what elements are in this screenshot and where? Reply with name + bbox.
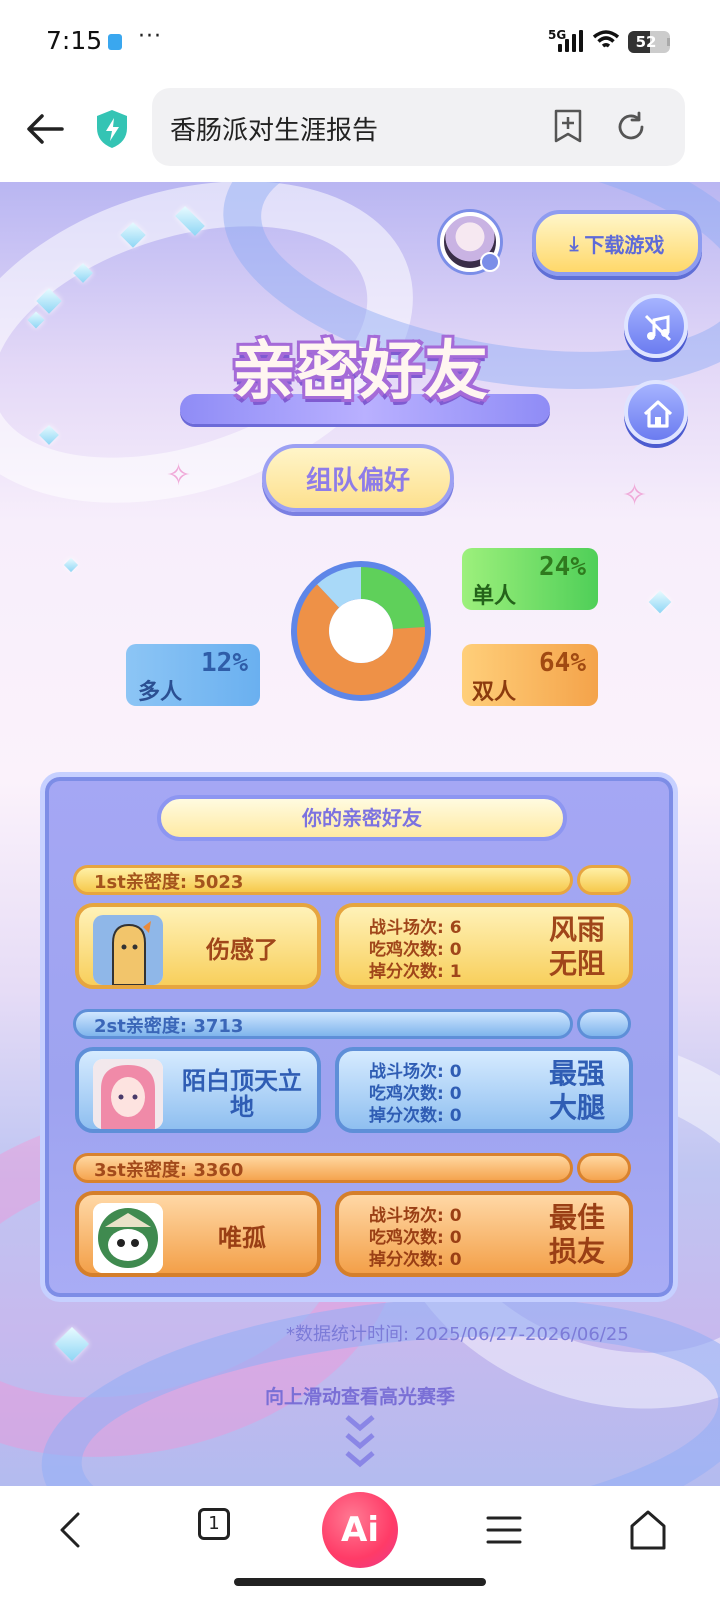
close-friends-card: 你的亲密好友 1st亲密度: 5023 伤感了 战斗场次: 6 吃鸡次数: 0 … bbox=[40, 772, 678, 1302]
stats-period: *数据统计时间: 2025/06/27-2026/06/25 bbox=[286, 1324, 629, 1345]
intimacy-bar-end bbox=[577, 1153, 631, 1183]
lost-points-count: 掉分次数: 1 bbox=[369, 962, 462, 982]
rank-label: 1st亲密度: bbox=[94, 872, 188, 893]
browser-toolbar: 香肠派对生涯报告 bbox=[0, 80, 720, 180]
switch-account-icon[interactable] bbox=[480, 252, 500, 272]
single-label: 单人 bbox=[472, 584, 517, 609]
tabs-button[interactable]: 1 bbox=[198, 1508, 230, 1540]
battle-count: 战斗场次: 0 bbox=[369, 1206, 462, 1226]
home-icon bbox=[643, 400, 673, 428]
friend-profile[interactable]: 伤感了 bbox=[75, 903, 321, 989]
friend-stats: 战斗场次: 6 吃鸡次数: 0 掉分次数: 1 风雨无阻 bbox=[335, 903, 633, 989]
crystal-decoration bbox=[63, 557, 79, 573]
music-toggle-button[interactable] bbox=[624, 294, 688, 358]
friend-title: 最强大腿 bbox=[548, 1057, 605, 1124]
team-preference-label: 组队偏好 bbox=[262, 444, 454, 512]
rank-label: 3st亲密度: bbox=[94, 1160, 188, 1181]
intimacy-score: 3713 bbox=[193, 1016, 244, 1037]
rank-label: 2st亲密度: bbox=[94, 1016, 188, 1037]
reload-icon[interactable] bbox=[614, 110, 648, 144]
page-title[interactable]: 香肠派对生涯报告 bbox=[170, 110, 378, 147]
intimacy-score: 3360 bbox=[193, 1160, 244, 1181]
lost-points-count: 掉分次数: 0 bbox=[369, 1250, 462, 1270]
battery-icon: 52 bbox=[628, 31, 670, 53]
sparkle-decoration: ✧ bbox=[622, 478, 648, 513]
friend-stats: 战斗场次: 0 吃鸡次数: 0 掉分次数: 0 最强大腿 bbox=[335, 1047, 633, 1133]
intimacy-bar: 3st亲密度: 3360 bbox=[73, 1153, 573, 1183]
close-friends-heading: 你的亲密好友 bbox=[157, 795, 567, 841]
security-shield-icon[interactable] bbox=[94, 108, 130, 150]
chevron-down-icon bbox=[345, 1433, 375, 1450]
friend-name: 陌白顶天立地 bbox=[182, 1067, 302, 1121]
friend-name: 伤感了 bbox=[206, 936, 278, 964]
friend-avatar bbox=[93, 915, 163, 985]
app-notification-icon bbox=[108, 34, 122, 50]
status-bar: 7:15 ··· 5G 52 bbox=[0, 0, 720, 80]
friend-name: 唯孤 bbox=[218, 1224, 266, 1252]
duo-label: 双人 bbox=[472, 680, 517, 705]
gesture-bar[interactable] bbox=[234, 1578, 486, 1586]
scroll-up-hint[interactable]: 向上滑动查看高光赛季 bbox=[0, 1382, 720, 1409]
intimacy-bar-end bbox=[577, 1009, 631, 1039]
browser-bottom-nav: 1 Ai bbox=[0, 1486, 720, 1600]
address-bar[interactable]: 香肠派对生涯报告 bbox=[152, 88, 685, 166]
sparkle-decoration: ✧ bbox=[166, 458, 192, 493]
download-label[interactable]: 下载游戏 bbox=[584, 229, 664, 258]
multi-percent: 12% bbox=[201, 648, 248, 678]
win-count: 吃鸡次数: 0 bbox=[369, 940, 462, 960]
home-button[interactable] bbox=[624, 380, 688, 444]
battle-count: 战斗场次: 0 bbox=[369, 1062, 462, 1082]
intimacy-bar: 2st亲密度: 3713 bbox=[73, 1009, 573, 1039]
friend-stats: 战斗场次: 0 吃鸡次数: 0 掉分次数: 0 最佳损友 bbox=[335, 1191, 633, 1277]
friend-avatar bbox=[93, 1203, 163, 1273]
section-title: 亲密好友 bbox=[232, 335, 488, 409]
duo-percent: 64% bbox=[539, 648, 586, 678]
clock: 7:15 bbox=[46, 26, 103, 55]
win-count: 吃鸡次数: 0 bbox=[369, 1084, 462, 1104]
battle-count: 战斗场次: 6 bbox=[369, 918, 462, 938]
add-bookmark-icon[interactable] bbox=[552, 108, 584, 144]
duo-tag: 64% 双人 bbox=[462, 644, 598, 706]
menu-icon[interactable] bbox=[480, 1506, 528, 1554]
intimacy-bar-end bbox=[577, 865, 631, 895]
home-icon[interactable] bbox=[624, 1506, 672, 1554]
back-icon[interactable] bbox=[48, 1506, 96, 1554]
win-count: 吃鸡次数: 0 bbox=[369, 1228, 462, 1248]
intimacy-bar: 1st亲密度: 5023 bbox=[73, 865, 573, 895]
multi-tag: 12% 多人 bbox=[126, 644, 260, 706]
intimacy-score: 5023 bbox=[193, 872, 244, 893]
signal-icon bbox=[558, 30, 584, 52]
ai-assistant-button[interactable]: Ai bbox=[322, 1492, 398, 1568]
music-muted-icon bbox=[644, 314, 672, 342]
more-notifications-icon: ··· bbox=[138, 24, 162, 49]
friend-profile[interactable]: 唯孤 bbox=[75, 1191, 321, 1277]
multi-label: 多人 bbox=[138, 680, 183, 705]
download-game-button[interactable]: ⤓ 下载游戏 bbox=[532, 210, 702, 276]
report-page: ✧ ✧ ⤓ 下载游戏 亲密好友 组队偏好 24% 单人 12% 多人 64% 双… bbox=[0, 182, 720, 1486]
friend-profile[interactable]: 陌白顶天立地 bbox=[75, 1047, 321, 1133]
battery-level: 52 bbox=[635, 33, 657, 51]
wifi-icon bbox=[592, 30, 620, 48]
single-tag: 24% 单人 bbox=[462, 548, 598, 610]
chevron-down-icon bbox=[345, 1415, 375, 1432]
friend-avatar bbox=[93, 1059, 163, 1129]
player-avatar[interactable] bbox=[440, 212, 500, 272]
friend-title: 风雨无阻 bbox=[548, 913, 605, 980]
lost-points-count: 掉分次数: 0 bbox=[369, 1106, 462, 1126]
back-arrow-icon[interactable] bbox=[22, 106, 68, 152]
download-icon: ⤓ bbox=[569, 231, 579, 255]
team-preference-donut bbox=[291, 561, 431, 701]
chevron-down-icon bbox=[345, 1451, 375, 1468]
friend-title: 最佳损友 bbox=[548, 1201, 605, 1268]
single-percent: 24% bbox=[539, 552, 586, 582]
donut-hole bbox=[329, 599, 393, 663]
crystal-decoration bbox=[648, 590, 672, 614]
